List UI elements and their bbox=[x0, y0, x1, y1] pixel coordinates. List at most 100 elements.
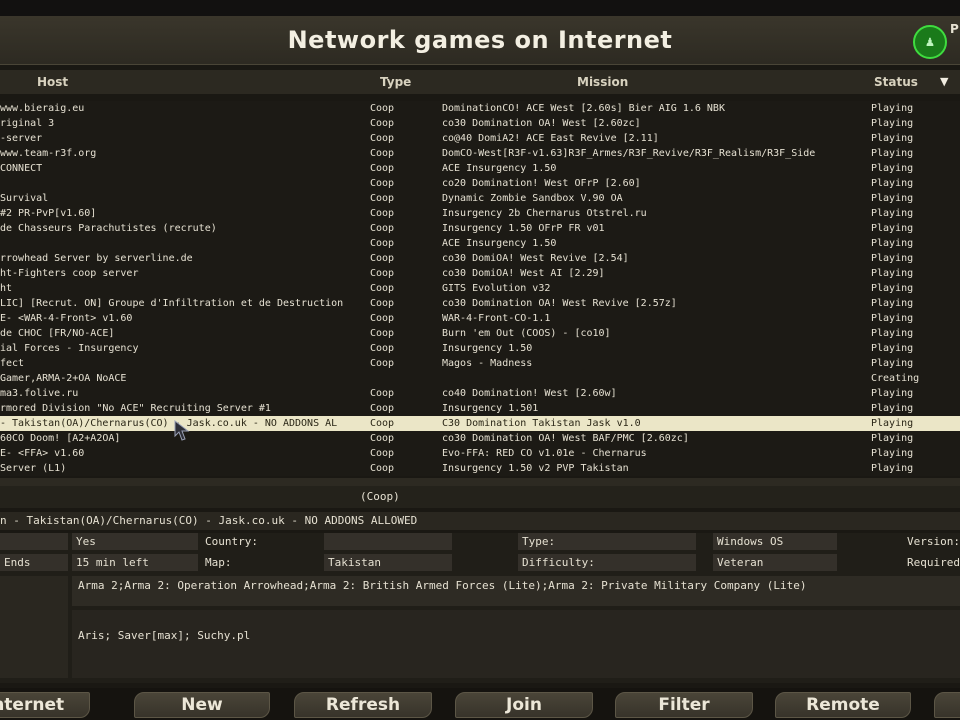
server-row[interactable]: rmored Division "No ACE" Recruiting Serv… bbox=[0, 401, 960, 416]
extra-button[interactable] bbox=[934, 692, 960, 718]
column-header-type[interactable]: Type bbox=[380, 75, 411, 89]
server-row[interactable]: ma3.folive.ru Coop co40 Domination! West [… bbox=[0, 386, 960, 401]
summary-type: (Coop) bbox=[360, 490, 400, 503]
server-status: Playing bbox=[871, 268, 914, 279]
server-row[interactable]: E- <WAR-4-Front> v1.60 Coop WAR-4-Front-CO… bbox=[0, 311, 960, 326]
server-row[interactable]: riginal 3 Coop co30 Domination OA! West [2… bbox=[0, 116, 960, 131]
server-mission: co30 Domination OA! West [2.60zc] bbox=[442, 118, 641, 129]
network-status-icon: ♟ bbox=[913, 25, 947, 59]
server-status: Playing bbox=[871, 448, 914, 459]
server-mission: Evo-FFA: RED CO v1.01e - Chernarus bbox=[442, 448, 647, 459]
server-mission: Dynamic Zombie Sandbox V.90 OA bbox=[442, 193, 623, 204]
detail-left-column bbox=[0, 576, 68, 678]
server-status: Playing bbox=[871, 313, 914, 324]
top-strip bbox=[0, 0, 960, 16]
server-status: Playing bbox=[871, 403, 914, 414]
server-row[interactable]: Server (L1) Coop Insurgency 1.50 v2 PVP Ta… bbox=[0, 461, 960, 476]
server-mission: ACE Insurgency 1.50 bbox=[442, 163, 557, 174]
server-type: Coop bbox=[370, 283, 395, 294]
server-type: Coop bbox=[370, 298, 395, 309]
server-row[interactable]: LIC] [Recrut. ON] Groupe d'Infiltration … bbox=[0, 296, 960, 311]
server-type: Coop bbox=[370, 193, 395, 204]
server-list[interactable]: www.bieraig.eu Coop DominationCO! ACE West… bbox=[0, 101, 960, 476]
required-label: Required bbox=[907, 556, 960, 569]
server-host: #2 PR-PvP[v1.60] bbox=[0, 208, 97, 219]
server-status: Creating bbox=[871, 373, 920, 384]
server-row[interactable]: ial Forces - Insurgency Coop Insurgency 1.… bbox=[0, 341, 960, 356]
column-header-host[interactable]: Host bbox=[37, 75, 68, 89]
server-row[interactable]: www.bieraig.eu Coop DominationCO! ACE West… bbox=[0, 101, 960, 116]
server-status: Playing bbox=[871, 388, 914, 399]
column-header-status[interactable]: Status bbox=[874, 75, 918, 89]
server-type: Coop bbox=[370, 313, 395, 324]
server-host: CONNECT bbox=[0, 163, 43, 174]
server-host: Gamer,ARMA-2+OA NoACE bbox=[0, 373, 127, 384]
server-type: Coop bbox=[370, 253, 395, 264]
server-mission: Insurgency 1.50 bbox=[442, 343, 533, 354]
server-row[interactable]: 60CO Doom! [A2+A2OA] Coop co30 Domination … bbox=[0, 431, 960, 446]
server-row[interactable]: Survival Coop Dynamic Zombie Sandbox V.90 … bbox=[0, 191, 960, 206]
server-host: riginal 3 bbox=[0, 118, 55, 129]
server-row[interactable]: Coop co20 Domination! West OFrP [2.60] Pla… bbox=[0, 176, 960, 191]
server-row[interactable]: de Chasseurs Parachutistes (recrute) Coop… bbox=[0, 221, 960, 236]
server-row[interactable]: -server Coop co@40 DomiA2! ACE East Revive… bbox=[0, 131, 960, 146]
server-type: Coop bbox=[370, 358, 395, 369]
summary-bar: (Coop) bbox=[0, 486, 960, 508]
server-mission: Burn 'em Out (COOS) - [co10] bbox=[442, 328, 611, 339]
server-status: Playing bbox=[871, 208, 914, 219]
country-value bbox=[324, 533, 452, 550]
detail-left-cell-1 bbox=[0, 533, 68, 550]
server-host: fect bbox=[0, 358, 25, 369]
server-host: de CHOC [FR/NO-ACE] bbox=[0, 328, 115, 339]
badge-label: P bbox=[950, 22, 959, 36]
server-status: Playing bbox=[871, 463, 914, 474]
column-header-mission[interactable]: Mission bbox=[577, 75, 628, 89]
time-left-value: 15 min left bbox=[72, 554, 198, 571]
page-title: Network games on Internet bbox=[0, 16, 960, 65]
server-row[interactable]: Coop ACE Insurgency 1.50 Playing bbox=[0, 236, 960, 251]
filter-button[interactable]: Filter bbox=[615, 692, 753, 718]
join-button[interactable]: Join bbox=[455, 692, 593, 718]
server-row[interactable]: www.team-r3f.org Coop DomCO-West[R3F-v1.63… bbox=[0, 146, 960, 161]
server-status: Playing bbox=[871, 433, 914, 444]
server-status: Playing bbox=[871, 118, 914, 129]
server-row[interactable]: ht-Fighters coop server Coop co30 DomiOA! … bbox=[0, 266, 960, 281]
server-status: Playing bbox=[871, 328, 914, 339]
server-type: Coop bbox=[370, 223, 395, 234]
remote-button[interactable]: Remote bbox=[775, 692, 911, 718]
server-mission: GITS Evolution v32 bbox=[442, 283, 551, 294]
server-status: Playing bbox=[871, 298, 914, 309]
server-type: Coop bbox=[370, 388, 395, 399]
server-host: Server (L1) bbox=[0, 463, 67, 474]
server-mission: Insurgency 1.501 bbox=[442, 403, 539, 414]
server-row[interactable]: CONNECT Coop ACE Insurgency 1.50 Playing bbox=[0, 161, 960, 176]
new-button[interactable]: New bbox=[134, 692, 270, 718]
server-type: Coop bbox=[370, 118, 395, 129]
server-row[interactable]: ht Coop GITS Evolution v32 Playing bbox=[0, 281, 960, 296]
server-row[interactable]: Gamer,ARMA-2+OA NoACE Creating bbox=[0, 371, 960, 386]
mods-list: Arma 2;Arma 2: Operation Arrowhead;Arma … bbox=[72, 576, 960, 606]
server-row[interactable]: #2 PR-PvP[v1.60] Coop Insurgency 2b Cherna… bbox=[0, 206, 960, 221]
server-row[interactable]: rrowhead Server by serverline.de Coop co30… bbox=[0, 251, 960, 266]
refresh-button[interactable]: Refresh bbox=[294, 692, 432, 718]
server-status: Playing bbox=[871, 253, 914, 264]
server-row[interactable]: E- <FFA> v1.60 Coop Evo-FFA: RED CO v1.01e… bbox=[0, 446, 960, 461]
server-row[interactable]: - Takistan(OA)/Chernarus(CO) - Jask.co.u… bbox=[0, 416, 960, 431]
internet-button[interactable]: Internet bbox=[0, 692, 90, 718]
server-status: Playing bbox=[871, 193, 914, 204]
sort-arrow-icon[interactable]: ▼ bbox=[940, 75, 948, 88]
server-type: Coop bbox=[370, 343, 395, 354]
server-mission: Magos - Madness bbox=[442, 358, 533, 369]
server-host: rrowhead Server by serverline.de bbox=[0, 253, 193, 264]
server-type: Coop bbox=[370, 433, 395, 444]
server-mission: Insurgency 1.50 v2 PVP Takistan bbox=[442, 463, 629, 474]
server-row[interactable]: de CHOC [FR/NO-ACE] Coop Burn 'em Out (COO… bbox=[0, 326, 960, 341]
players-list: Aris; Saver[max]; Suchy.pl bbox=[72, 610, 960, 678]
server-type: Coop bbox=[370, 418, 395, 429]
type-label: Type: bbox=[518, 533, 696, 550]
server-mission: co40 Domination! West [2.60w] bbox=[442, 388, 617, 399]
server-row[interactable]: fect Coop Magos - Madness Playing bbox=[0, 356, 960, 371]
server-mission: co30 DomiOA! West Revive [2.54] bbox=[442, 253, 629, 264]
server-type: Coop bbox=[370, 448, 395, 459]
server-status: Playing bbox=[871, 148, 914, 159]
